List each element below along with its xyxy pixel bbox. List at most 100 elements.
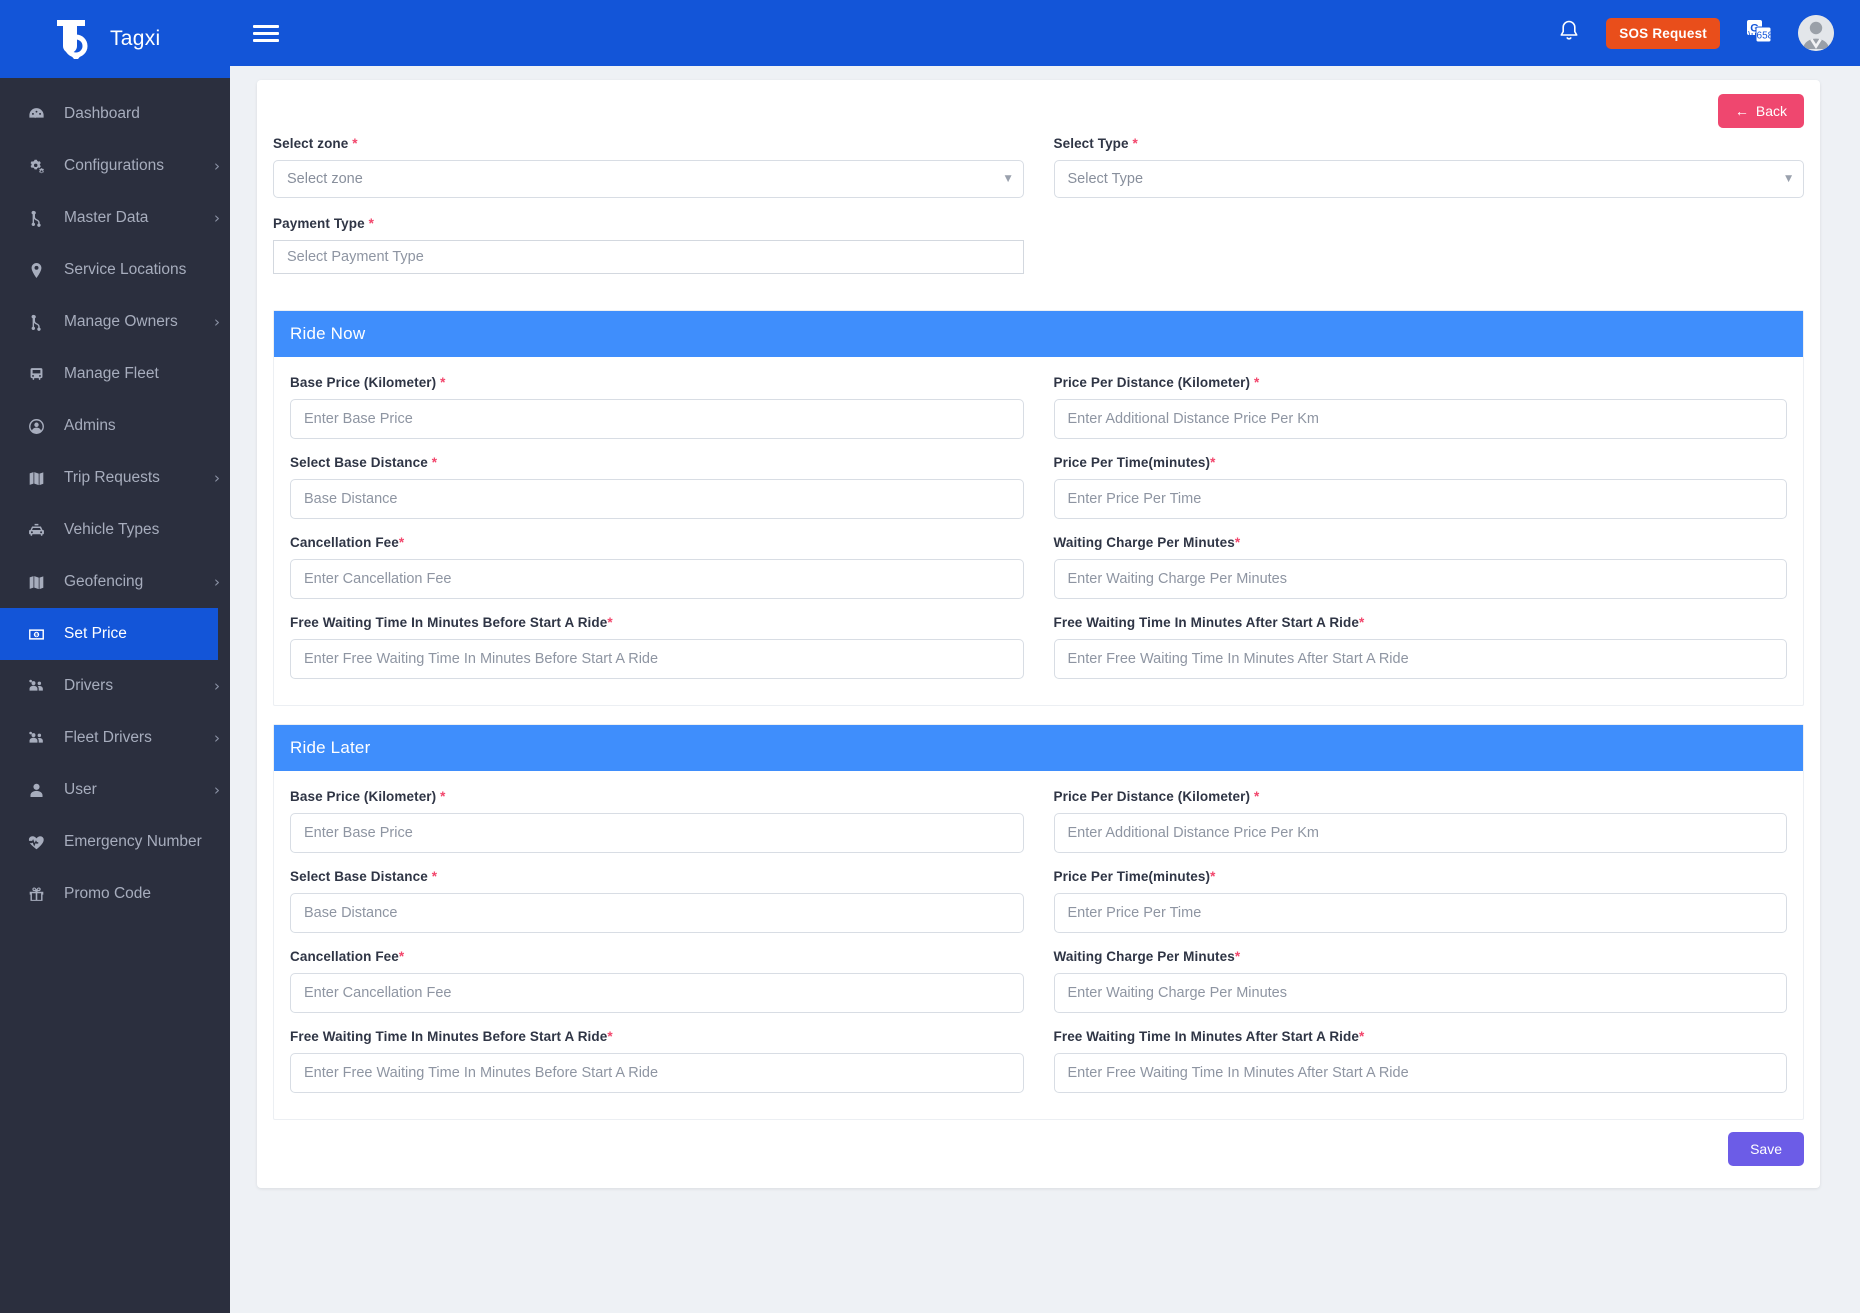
brand-name: Tagxi [110,27,161,50]
sidebar-item-service-locations[interactable]: Service Locations [0,244,230,296]
enter-waiting-charge-per-minutes-label: Waiting Charge Per Minutes* [1054,535,1788,550]
chevron-right-icon: › [214,469,220,487]
map-folded-icon [23,468,49,488]
enter-free-waiting-time-in-minutes-before-start-a-ride-input[interactable] [290,639,1024,679]
select-zone-input[interactable]: Select zone [273,160,1024,198]
brand[interactable]: Tagxi [0,0,230,78]
enter-base-price-input[interactable] [290,399,1024,439]
sidebar-item-admins[interactable]: Admins [0,400,230,452]
enter-additional-distance-price-per-km-input[interactable] [1053,399,1787,439]
select-type-input[interactable]: Select Type [1053,160,1804,198]
back-button[interactable]: ← Back [1717,94,1804,128]
enter-base-price-label: Base Price (Kilometer) * [290,789,1024,804]
back-arrow-icon: ← [1734,103,1749,119]
form-row: Free Waiting Time In Minutes Before Star… [290,615,1787,695]
form-column-left: Select Base Distance * [290,455,1024,535]
sidebar-item-promo-code[interactable]: Promo Code [0,868,230,920]
enter-base-price-input[interactable] [290,813,1024,853]
sidebar-item-set-price[interactable]: Set Price [0,608,218,660]
label-text: Price Per Time(minutes) [1053,455,1211,470]
sos-request-button[interactable]: SOS Request [1606,17,1720,49]
card-footer: Save [257,1120,1820,1166]
label-text: Base Price (Kilometer) [290,375,441,390]
save-button[interactable]: Save [1728,1132,1804,1166]
enter-free-waiting-time-in-minutes-after-start-a-ride-input[interactable] [1053,639,1787,679]
hamburger-menu-icon[interactable] [253,21,279,46]
form-column-left: Select Base Distance * [290,869,1024,949]
enter-waiting-charge-per-minutes-label: Waiting Charge Per Minutes* [1054,949,1788,964]
enter-cancellation-fee-input[interactable] [290,973,1024,1013]
select-type-label: Select Type * [1054,136,1805,151]
google-translate-icon[interactable]: G \u6587 [1746,19,1779,48]
map-pin-icon [23,260,49,280]
enter-price-per-time-input[interactable] [1053,479,1787,519]
sidebar-item-label: Drivers [64,677,114,694]
sitemap-icon [23,208,49,228]
payment-type-input[interactable] [273,240,1024,274]
base-distance-input[interactable] [290,893,1024,933]
form-column-right: Waiting Charge Per Minutes* [1053,535,1788,615]
sidebar-item-manage-fleet[interactable]: Manage Fleet [0,348,230,400]
sidebar-item-drivers[interactable]: Drivers › [0,660,230,712]
users-group-icon [23,728,49,748]
enter-cancellation-fee-label: Cancellation Fee* [290,535,1024,550]
required-marker: * [398,535,405,550]
sidebar-item-emergency-number[interactable]: Emergency Number [0,816,230,868]
taxi-car-icon [23,520,49,540]
zone-column: Select zone * Select zone ▼ [273,136,1024,216]
sidebar-item-label: Vehicle Types [64,521,160,538]
enter-additional-distance-price-per-km-field: Price Per Distance (Kilometer) * [1053,789,1787,853]
form-column-left: Base Price (Kilometer) * [290,375,1024,455]
enter-waiting-charge-per-minutes-input[interactable] [1053,973,1787,1013]
sidebar-item-vehicle-types[interactable]: Vehicle Types [0,504,230,556]
enter-additional-distance-price-per-km-field: Price Per Distance (Kilometer) * [1053,375,1787,439]
required-marker: * [352,136,358,151]
sidebar-item-fleet-drivers[interactable]: Fleet Drivers › [0,712,230,764]
enter-free-waiting-time-in-minutes-after-start-a-ride-input[interactable] [1053,1053,1787,1093]
sidebar-item-manage-owners[interactable]: Manage Owners › [0,296,230,348]
sidebar-item-label: Trip Requests [64,469,160,486]
sidebar-item-master-data[interactable]: Master Data › [0,192,230,244]
sidebar-item-label: Promo Code [64,885,152,902]
enter-cancellation-fee-input[interactable] [290,559,1024,599]
sidebar-item-dashboard[interactable]: Dashboard [0,88,230,140]
required-marker: * [1132,136,1138,151]
enter-free-waiting-time-in-minutes-before-start-a-ride-input[interactable] [290,1053,1024,1093]
type-column: Select Type * Select Type ▼ [1053,136,1805,216]
base-distance-input[interactable] [290,479,1024,519]
sidebar-item-geofencing[interactable]: Geofencing › [0,556,230,608]
form-row: Cancellation Fee* Waiting Charge Per Minu… [290,535,1787,615]
payment-column: Payment Type * [273,216,1024,292]
chevron-right-icon: › [214,313,220,331]
sidebar-item-configurations[interactable]: Configurations › [0,140,230,192]
enter-waiting-charge-per-minutes-input[interactable] [1053,559,1787,599]
sidebar-item-label: Dashboard [64,105,140,122]
enter-free-waiting-time-in-minutes-after-start-a-ride-field: Free Waiting Time In Minutes After Start… [1053,615,1787,679]
panel-ride-now: Ride NowBase Price (Kilometer) *Price Pe… [273,310,1804,706]
notification-bell-icon[interactable] [1558,19,1580,48]
enter-base-price-field: Base Price (Kilometer) * [290,375,1024,439]
sidebar-item-label: Service Locations [64,261,187,278]
gift-icon [23,884,49,904]
required-marker: * [431,455,438,470]
select-zone-label: Select zone * [273,136,1024,151]
enter-free-waiting-time-in-minutes-before-start-a-ride-field: Free Waiting Time In Minutes Before Star… [290,615,1024,679]
user-avatar[interactable] [1798,15,1834,51]
form-column-left: Base Price (Kilometer) * [290,789,1024,869]
sidebar-item-user[interactable]: User › [0,764,230,816]
form-row: Base Price (Kilometer) * Price Per Distan… [290,789,1787,869]
label-text: Select Base Distance [290,869,432,884]
label-text: Free Waiting Time In Minutes After Start… [1053,615,1359,630]
content-scroll: ← Back Select zone * Select zone ▼ Selec… [230,66,1860,1313]
label-text: Waiting Charge Per Minutes [1053,949,1235,964]
enter-price-per-time-field: Price Per Time(minutes)* [1053,869,1787,933]
sidebar-item-trip-requests[interactable]: Trip Requests › [0,452,230,504]
sidebar: Tagxi Dashboard Configurations › Master Dat… [0,0,230,1313]
enter-free-waiting-time-in-minutes-before-start-a-ride-label: Free Waiting Time In Minutes Before Star… [290,1029,1024,1044]
required-marker: * [1234,535,1241,550]
enter-price-per-time-input[interactable] [1053,893,1787,933]
required-marker: * [607,1029,613,1044]
enter-free-waiting-time-in-minutes-after-start-a-ride-label: Free Waiting Time In Minutes After Start… [1054,1029,1788,1044]
form-column-right: Price Per Distance (Kilometer) * [1053,789,1787,869]
enter-additional-distance-price-per-km-input[interactable] [1053,813,1787,853]
